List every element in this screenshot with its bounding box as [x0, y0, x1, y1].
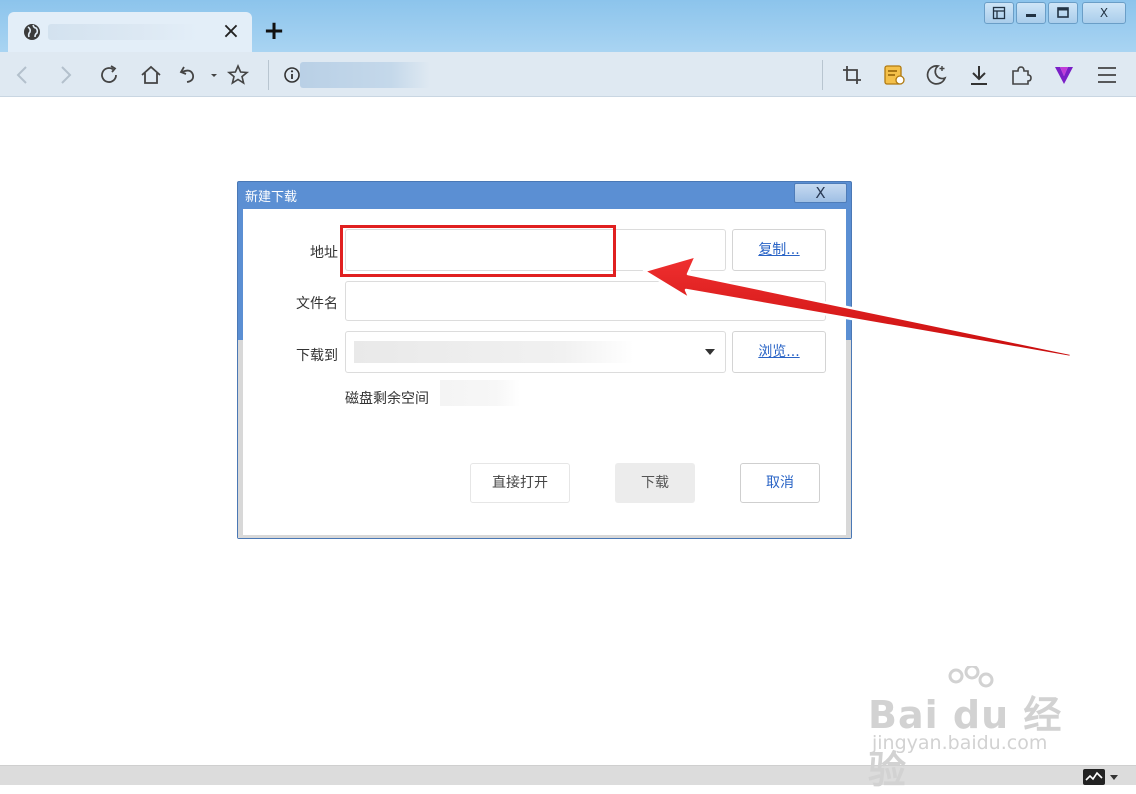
- url-highlight-box: [340, 225, 616, 277]
- window-minimize-button[interactable]: [1016, 2, 1046, 24]
- restore-icon: [1057, 7, 1069, 18]
- v-extension-icon[interactable]: [1051, 62, 1077, 88]
- new-tab-button[interactable]: +: [262, 18, 286, 44]
- dialog-title: 新建下载: [245, 190, 298, 205]
- window-tile-button[interactable]: [984, 2, 1014, 24]
- screenshot-crop-icon[interactable]: [839, 62, 865, 88]
- save-to-label: 下载到: [296, 348, 338, 364]
- dialog-close-button[interactable]: X: [794, 183, 847, 203]
- watermark-url: jingyan.baidu.com: [872, 732, 1048, 754]
- toolbar-separator: [822, 60, 823, 90]
- status-dropdown-caret-icon[interactable]: [1110, 775, 1118, 780]
- window-restore-button[interactable]: [1048, 2, 1078, 24]
- save-path-blurred: [354, 341, 634, 363]
- minimize-icon: [1026, 14, 1036, 17]
- favorite-star-icon[interactable]: [225, 62, 251, 88]
- filename-label: 文件名: [296, 296, 338, 312]
- home-icon[interactable]: [138, 62, 164, 88]
- notes-extension-icon[interactable]: [881, 62, 907, 88]
- address-bar-blurred[interactable]: [300, 62, 430, 88]
- forward-icon[interactable]: [52, 62, 78, 88]
- window-close-button[interactable]: X: [1082, 2, 1126, 24]
- site-info-icon[interactable]: [282, 65, 302, 85]
- disk-space-label: 磁盘剩余空间: [345, 391, 429, 407]
- tab-title-blurred: [48, 24, 198, 40]
- performance-graph-icon[interactable]: [1083, 769, 1105, 785]
- browser-titlebar: × + X: [0, 0, 1136, 52]
- url-label: 地址: [310, 245, 338, 261]
- cancel-button[interactable]: 取消: [740, 463, 820, 503]
- globe-icon: [22, 22, 42, 42]
- undo-dropdown-caret-icon[interactable]: [201, 62, 217, 88]
- menu-hamburger-icon[interactable]: [1094, 62, 1120, 88]
- disk-space-value-blurred: [440, 380, 520, 406]
- download-button[interactable]: 下载: [615, 463, 695, 503]
- open-directly-button[interactable]: 直接打开: [470, 463, 570, 503]
- night-mode-icon[interactable]: [923, 62, 949, 88]
- browser-tab[interactable]: ×: [8, 12, 252, 52]
- refresh-icon[interactable]: [96, 62, 122, 88]
- baidu-jingyan-watermark: Bai du 经验 jingyan.baidu.com: [868, 666, 1078, 792]
- tile-icon: [992, 6, 1006, 20]
- undo-close-tab-icon[interactable]: [176, 62, 202, 88]
- download-icon[interactable]: [966, 62, 992, 88]
- extensions-puzzle-icon[interactable]: [1008, 62, 1034, 88]
- toolbar-separator: [268, 60, 269, 90]
- back-icon[interactable]: [10, 62, 36, 88]
- tab-close-button[interactable]: ×: [220, 21, 242, 43]
- red-arrow-annotation: [642, 254, 1074, 359]
- browser-toolbar: [0, 52, 1136, 97]
